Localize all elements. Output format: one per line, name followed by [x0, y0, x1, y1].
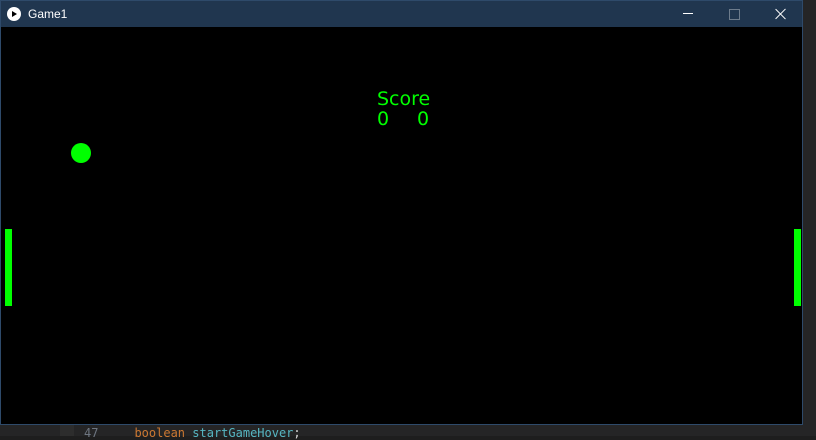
right-player-score: 0 [417, 108, 430, 130]
title-bar[interactable]: Game1 [1, 1, 802, 27]
right-paddle [794, 229, 801, 306]
game-window: Game1 Score 00 [0, 0, 803, 425]
game-canvas[interactable]: Score 00 [1, 27, 802, 424]
minimize-button[interactable] [665, 1, 711, 27]
code-keyword: boolean [134, 426, 186, 440]
code-line: 47 boolean startGameHover; [84, 426, 301, 440]
close-icon [774, 8, 786, 20]
line-number: 47 [84, 426, 99, 440]
play-icon [7, 7, 21, 21]
score-label: Score [377, 88, 431, 110]
code-punctuation: ; [293, 426, 301, 440]
left-paddle [5, 229, 12, 306]
left-player-score: 0 [377, 108, 390, 130]
scoreboard: Score 00 [377, 88, 431, 130]
editor-gutter [60, 424, 74, 436]
ball [71, 143, 91, 163]
maximize-button[interactable] [711, 1, 757, 27]
score-values: 00 [377, 108, 430, 130]
maximize-icon [729, 9, 740, 20]
window-title: Game1 [28, 7, 68, 21]
minimize-icon [683, 13, 693, 14]
close-button[interactable] [757, 1, 803, 27]
code-identifier: startGameHover [192, 426, 294, 440]
